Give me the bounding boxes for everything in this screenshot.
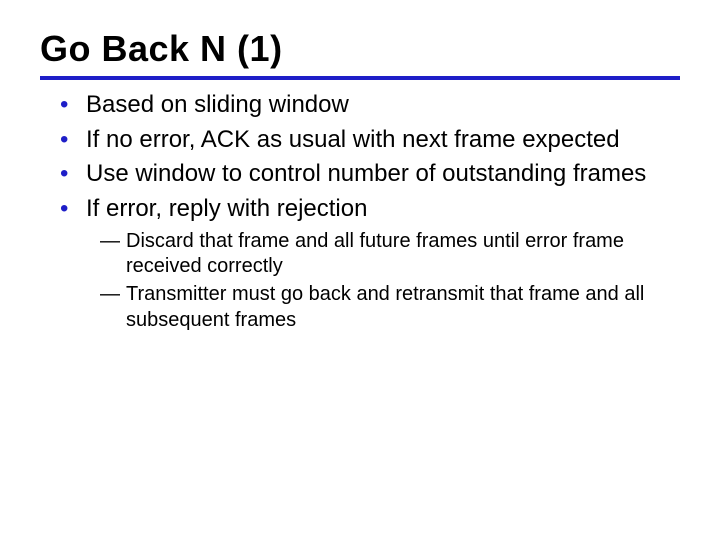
bullet-text: If no error, ACK as usual with next fram… <box>86 126 620 153</box>
slide: Go Back N (1) Based on sliding window If… <box>0 0 720 357</box>
title-underline <box>40 76 680 80</box>
slide-title: Go Back N (1) <box>40 28 680 70</box>
list-item: If error, reply with rejection Discard t… <box>66 194 670 333</box>
sub-list-item: Discard that frame and all future frames… <box>104 229 670 280</box>
sub-bullet-text: Discard that frame and all future frames… <box>126 230 624 278</box>
list-item: Based on sliding window <box>66 90 670 121</box>
sub-list: Discard that frame and all future frames… <box>86 229 670 333</box>
bullet-text: Based on sliding window <box>86 91 349 118</box>
bullet-list: Based on sliding window If no error, ACK… <box>40 90 680 333</box>
sub-list-item: Transmitter must go back and retransmit … <box>104 282 670 333</box>
list-item: If no error, ACK as usual with next fram… <box>66 125 670 156</box>
bullet-text: If error, reply with rejection <box>86 195 367 222</box>
list-item: Use window to control number of outstand… <box>66 159 670 190</box>
bullet-text: Use window to control number of outstand… <box>86 160 646 187</box>
sub-bullet-text: Transmitter must go back and retransmit … <box>126 283 644 331</box>
